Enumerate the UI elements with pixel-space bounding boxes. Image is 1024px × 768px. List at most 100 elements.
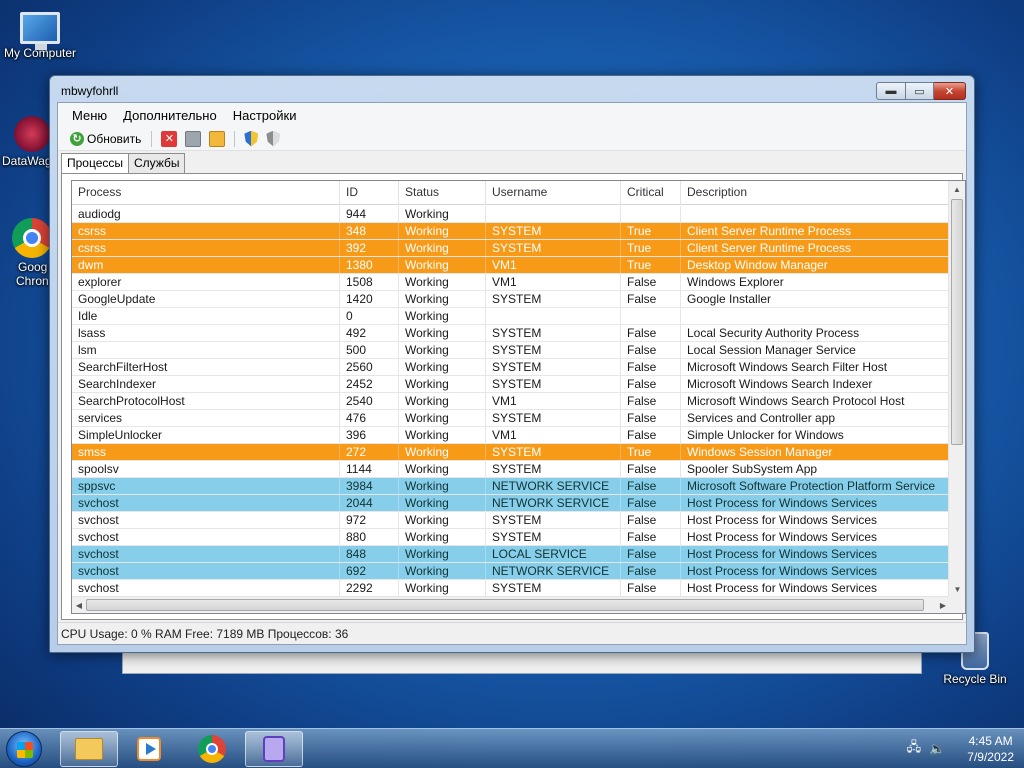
desktop-icon-my-computer[interactable]: My Computer [0, 12, 80, 60]
table-row[interactable]: svchost 848 Working LOCAL SERVICE False Host … [72, 546, 950, 563]
table-row[interactable]: lsass 492 Working SYSTEM False Local Security… [72, 325, 950, 342]
cell-critical: False [621, 495, 681, 511]
cell-status: Working [399, 563, 486, 579]
taskbar-chrome[interactable] [183, 731, 241, 767]
cell-description: Microsoft Windows Search Indexer [681, 376, 950, 392]
table-row[interactable]: sppsvc 3984 Working NETWORK SERVICE False Mic… [72, 478, 950, 495]
cell-username: SYSTEM [486, 291, 621, 307]
cell-id: 1380 [340, 257, 399, 273]
cell-status: Working [399, 223, 486, 239]
cell-username: SYSTEM [486, 325, 621, 341]
table-row[interactable]: smss 272 Working SYSTEM True Windows Session … [72, 444, 950, 461]
cell-id: 2560 [340, 359, 399, 375]
table-row[interactable]: GoogleUpdate 1420 Working SYSTEM False Google… [72, 291, 950, 308]
tab-services[interactable]: Службы [128, 153, 186, 173]
cell-critical: False [621, 325, 681, 341]
scroll-up-icon[interactable]: ▲ [949, 181, 965, 198]
cell-id: 500 [340, 342, 399, 358]
table-row[interactable]: SimpleUnlocker 396 Working VM1 False Simple U… [72, 427, 950, 444]
tab-processes[interactable]: Процессы [61, 153, 130, 174]
table-header: Process ID Status Username Critical Desc… [72, 181, 950, 205]
cell-status: Working [399, 291, 486, 307]
cell-id: 396 [340, 427, 399, 443]
cell-process: lsass [72, 325, 340, 341]
computer-icon [20, 12, 60, 50]
open-folder-icon[interactable] [209, 130, 226, 147]
cell-description: Local Session Manager Service [681, 342, 950, 358]
taskbar-explorer[interactable] [60, 731, 118, 767]
table-row[interactable]: csrss 348 Working SYSTEM True Client Server R… [72, 223, 950, 240]
table-row[interactable]: spoolsv 1144 Working SYSTEM False Spooler Sub… [72, 461, 950, 478]
cell-process: SearchIndexer [72, 376, 340, 392]
kill-process-icon[interactable]: ✕ [161, 130, 178, 147]
cell-id: 1420 [340, 291, 399, 307]
start-button[interactable] [6, 731, 42, 767]
table-row[interactable]: svchost 880 Working SYSTEM False Host Process… [72, 529, 950, 546]
close-button[interactable]: ✕ [934, 82, 966, 100]
table-row[interactable]: services 476 Working SYSTEM False Services an… [72, 410, 950, 427]
window-controls: ▬ ▭ ✕ [876, 82, 966, 100]
cell-process: smss [72, 444, 340, 460]
cell-critical: False [621, 529, 681, 545]
cell-username: NETWORK SERVICE [486, 478, 621, 494]
menu-settings[interactable]: Настройки [225, 108, 305, 123]
cell-critical: False [621, 342, 681, 358]
properties-icon[interactable] [185, 130, 202, 147]
menu-main[interactable]: Меню [64, 108, 115, 123]
volume-icon[interactable]: 🔈 [929, 741, 945, 757]
horizontal-scrollbar[interactable]: ◀ ▶ [72, 596, 950, 613]
table-row[interactable]: csrss 392 Working SYSTEM True Client Server R… [72, 240, 950, 257]
cell-status: Working [399, 359, 486, 375]
table-row[interactable]: explorer 1508 Working VM1 False Windows Explo… [72, 274, 950, 291]
table-row[interactable]: SearchFilterHost 2560 Working SYSTEM False Mi… [72, 359, 950, 376]
cell-process: GoogleUpdate [72, 291, 340, 307]
table-row[interactable]: dwm 1380 Working VM1 True Desktop Window Mana… [72, 257, 950, 274]
cell-process: svchost [72, 512, 340, 528]
table-row[interactable]: svchost 692 Working NETWORK SERVICE False Hos… [72, 563, 950, 580]
vertical-scroll-thumb[interactable] [951, 199, 963, 445]
cell-description [681, 206, 950, 222]
column-header-process[interactable]: Process [72, 181, 340, 205]
cell-status: Working [399, 342, 486, 358]
taskbar-unlocker[interactable] [245, 731, 303, 767]
table-row[interactable]: audiodg 944 Working [72, 206, 950, 223]
cell-critical: False [621, 291, 681, 307]
table-row[interactable]: svchost 972 Working SYSTEM False Host Process… [72, 512, 950, 529]
column-header-status[interactable]: Status [399, 181, 486, 205]
cell-id: 348 [340, 223, 399, 239]
cell-critical: False [621, 427, 681, 443]
toolbar-separator [151, 130, 153, 147]
table-row[interactable]: svchost 2292 Working SYSTEM False Host Proces… [72, 580, 950, 597]
cell-description: Simple Unlocker for Windows [681, 427, 950, 443]
cell-username: SYSTEM [486, 512, 621, 528]
clock-date: 7/9/2022 [967, 750, 1014, 764]
clock[interactable]: 4:45 AM 7/9/2022 [967, 733, 1014, 765]
table-row[interactable]: lsm 500 Working SYSTEM False Local Session Ma… [72, 342, 950, 359]
vertical-scrollbar[interactable]: ▲ ▼ [948, 181, 965, 598]
taskbar-media-player[interactable] [120, 731, 178, 767]
cell-username: NETWORK SERVICE [486, 563, 621, 579]
network-icon[interactable]: 🖧 [907, 738, 922, 760]
cell-critical: False [621, 359, 681, 375]
cell-username: SYSTEM [486, 240, 621, 256]
uac-shield-icon[interactable] [244, 130, 259, 147]
table-row[interactable]: SearchIndexer 2452 Working SYSTEM False Micro… [72, 376, 950, 393]
table-row[interactable]: svchost 2044 Working NETWORK SERVICE False Ho… [72, 495, 950, 512]
table-row[interactable]: Idle 0 Working [72, 308, 950, 325]
scroll-left-icon[interactable]: ◀ [72, 597, 86, 613]
column-header-description[interactable]: Description [681, 181, 950, 205]
cell-status: Working [399, 308, 486, 324]
maximize-button[interactable]: ▭ [906, 82, 934, 100]
table-row[interactable]: SearchProtocolHost 2540 Working VM1 False Mic… [72, 393, 950, 410]
refresh-button[interactable]: ↻ Обновить [66, 131, 145, 146]
minimize-button[interactable]: ▬ [876, 82, 906, 100]
cell-username: VM1 [486, 427, 621, 443]
shield-disabled-icon[interactable] [266, 130, 281, 147]
menu-advanced[interactable]: Дополнительно [115, 108, 225, 123]
column-header-username[interactable]: Username [486, 181, 621, 205]
column-header-id[interactable]: ID [340, 181, 399, 205]
horizontal-scroll-thumb[interactable] [86, 599, 924, 611]
cell-critical: True [621, 240, 681, 256]
column-header-critical[interactable]: Critical [621, 181, 681, 205]
cell-status: Working [399, 580, 486, 596]
